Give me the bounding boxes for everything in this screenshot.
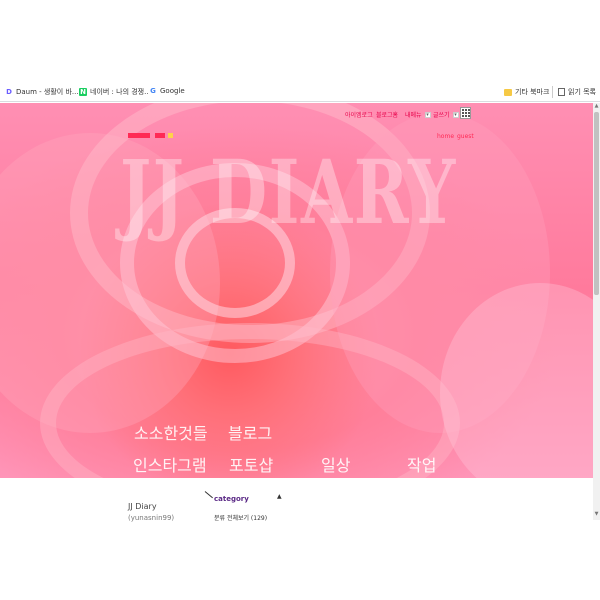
scroll-down-icon[interactable]: ▼ (594, 512, 599, 517)
naver-icon: N (79, 88, 87, 96)
apps-grid-icon[interactable] (460, 107, 471, 119)
caret-up-icon[interactable]: ▲ (277, 493, 282, 500)
top-link-mymenu[interactable]: 내메뉴 ▾ (405, 110, 431, 119)
chevron-down-icon: ▾ (424, 111, 431, 118)
bookmark-google[interactable]: G Google (149, 87, 185, 95)
top-link-write[interactable]: 글쓰기 ▾ (433, 110, 459, 119)
home-link[interactable]: home (437, 133, 454, 140)
site-title: JJ DIARY (120, 140, 457, 244)
menu-item-daily[interactable]: 일상 (321, 452, 350, 476)
scroll-up-icon[interactable]: ▲ (594, 104, 599, 109)
folder-icon (504, 88, 512, 96)
bookmarks-bar: D Daum - 생활이 바... N 네이버 : 나의 경쟁... G Goo… (0, 83, 600, 102)
bookmark-label: 네이버 : 나의 경쟁... (90, 88, 151, 96)
top-link-label: 글쓰기 (433, 112, 450, 119)
scroll-thumb[interactable] (594, 112, 599, 295)
top-link-iamlog[interactable]: 아이엠로그 (345, 110, 373, 119)
mini-tab-3[interactable] (168, 133, 173, 138)
mini-tab-2[interactable] (155, 133, 165, 138)
category-all-link[interactable]: 분류 전체보기 (129) (214, 513, 267, 522)
blog-name: JJ Diary (128, 502, 157, 511)
chevron-down-icon: ▾ (452, 111, 459, 118)
bookmark-daum[interactable]: D Daum - 생활이 바... (5, 87, 79, 97)
top-link-label: 내메뉴 (405, 112, 422, 119)
bookmark-naver[interactable]: N 네이버 : 나의 경쟁... (79, 87, 151, 97)
google-icon: G (149, 87, 157, 95)
category-title: category (214, 495, 249, 503)
bookmark-label: Daum - 생활이 바... (16, 88, 79, 96)
top-link-label: 블로그홈 (376, 112, 399, 119)
bookmark-divider (552, 86, 553, 98)
top-link-bloghome[interactable]: 블로그홈 (376, 110, 398, 119)
menu-item-small-things[interactable]: 소소한것들 (134, 420, 208, 444)
reading-list-label: 읽기 목록 (568, 88, 596, 96)
bookmark-label: Google (160, 87, 185, 95)
menu-item-photoshop[interactable]: 포토샵 (229, 452, 273, 476)
guest-link[interactable]: guest (457, 133, 474, 140)
other-bookmarks[interactable]: 기타 북마크 (504, 87, 549, 97)
daum-icon: D (5, 88, 13, 96)
content-area (0, 480, 593, 520)
reading-list[interactable]: 읽기 목록 (558, 87, 596, 97)
menu-item-instagram[interactable]: 인스타그램 (133, 452, 207, 476)
other-bookmarks-label: 기타 북마크 (515, 88, 550, 96)
mini-tab-1[interactable] (128, 133, 150, 138)
top-link-label: 아이엠로그 (345, 112, 373, 119)
menu-item-work[interactable]: 작업 (407, 452, 436, 476)
reading-list-icon (558, 88, 565, 96)
menu-item-blog[interactable]: 블로그 (228, 420, 272, 444)
blog-id: (yunasnin99) (128, 514, 175, 522)
